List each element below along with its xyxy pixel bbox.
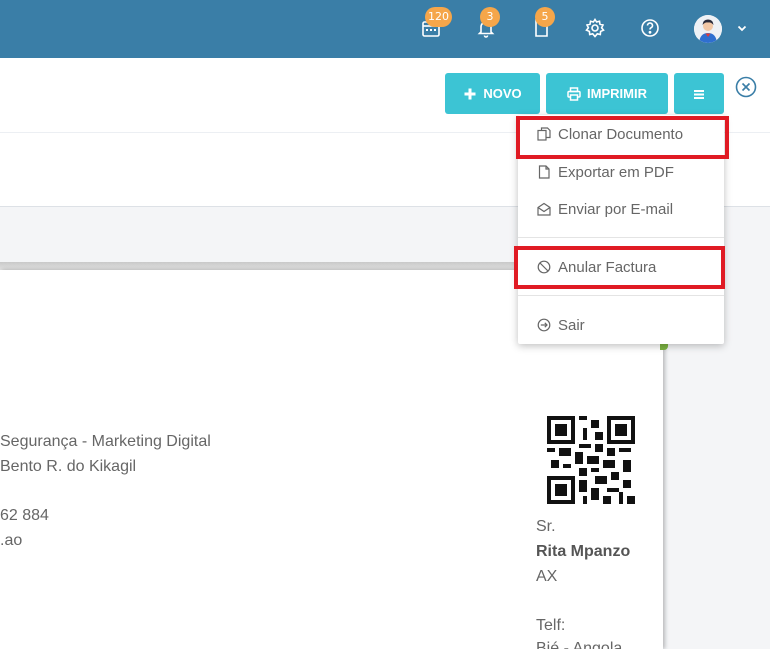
printer-icon <box>567 86 581 101</box>
menu-item-sair[interactable]: Sair <box>518 312 724 338</box>
company-phone: 62 884 <box>0 507 49 524</box>
customer-code: AX <box>536 568 558 585</box>
envelope-icon <box>537 202 551 216</box>
help-button[interactable] <box>638 16 662 40</box>
menu-toggle-button[interactable] <box>674 73 724 114</box>
company-line-1: Segurança - Marketing Digital <box>0 433 211 450</box>
calendar-button[interactable]: 120 <box>419 7 452 40</box>
menu-item-label: Exportar em PDF <box>558 163 674 181</box>
novo-button[interactable]: NOVO <box>445 73 540 114</box>
company-email: .ao <box>0 532 23 549</box>
company-line-2: Bento R. do Kikagil <box>0 458 137 475</box>
novo-label: NOVO <box>483 86 522 101</box>
notifications-button[interactable]: 3 <box>474 7 500 40</box>
menu-icon <box>694 89 704 99</box>
exit-icon <box>537 318 551 332</box>
menu-item-enviar-email[interactable]: Enviar por E-mail <box>518 196 724 222</box>
menu-item-label: Sair <box>558 316 585 334</box>
menu-item-label: Enviar por E-mail <box>558 200 674 218</box>
notifications-badge: 3 <box>480 7 500 27</box>
calendar-badge: 120 <box>425 7 452 27</box>
avatar[interactable] <box>694 15 722 43</box>
avatar-image <box>694 15 722 43</box>
close-icon[interactable] <box>735 76 757 98</box>
top-navbar: 120 3 5 <box>0 0 770 58</box>
settings-button[interactable] <box>583 16 607 40</box>
documents-badge: 5 <box>535 7 555 27</box>
customer-name: Rita Mpanzo <box>536 543 631 560</box>
file-icon <box>538 165 550 179</box>
chevron-down-icon[interactable] <box>736 22 748 34</box>
plus-icon <box>464 88 476 99</box>
highlight-clonar-documento <box>516 116 729 159</box>
menu-item-exportar-pdf[interactable]: Exportar em PDF <box>518 159 724 185</box>
help-icon <box>641 19 659 37</box>
customer-salutation: Sr. <box>536 518 556 535</box>
highlight-anular-factura <box>514 246 725 289</box>
gear-icon <box>585 18 605 38</box>
qr-code <box>547 416 635 504</box>
customer-city: Bié - Angola <box>536 640 623 649</box>
menu-divider <box>518 295 724 296</box>
menu-divider <box>518 237 724 238</box>
imprimir-label: IMPRIMIR <box>587 86 647 101</box>
imprimir-button[interactable]: IMPRIMIR <box>546 73 668 114</box>
documents-button[interactable]: 5 <box>529 7 555 40</box>
customer-phone-label: Telf: <box>536 617 566 634</box>
